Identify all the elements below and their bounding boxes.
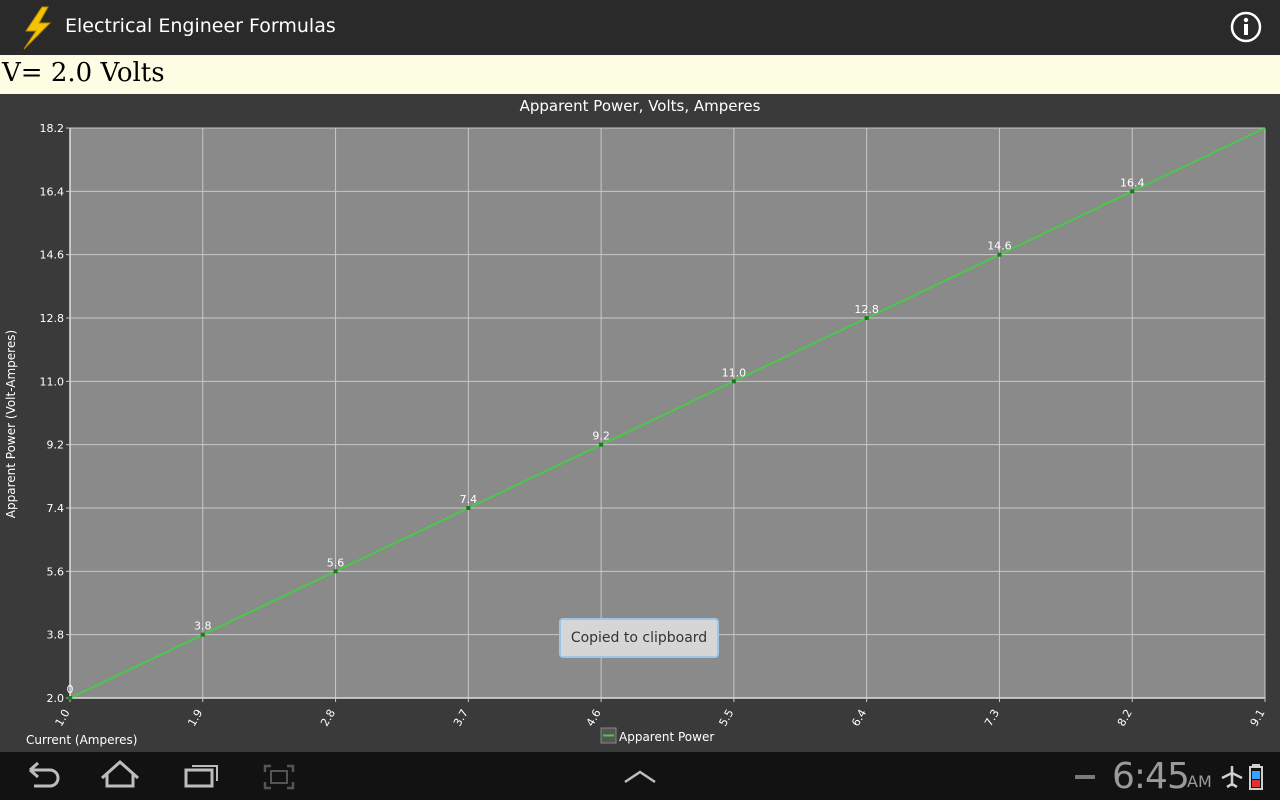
- voltage-bar: V= 2.0 Volts: [0, 55, 1280, 96]
- data-label: 0: [67, 683, 74, 696]
- y-tick-label: 16.4: [40, 185, 65, 198]
- info-icon[interactable]: [1230, 11, 1262, 43]
- lightning-bolt-icon: [23, 6, 52, 50]
- y-tick-label: 3.8: [47, 629, 65, 642]
- data-label: 14.6: [987, 240, 1012, 253]
- clock-ampm: AM: [1187, 772, 1212, 791]
- home-icon[interactable]: [98, 752, 142, 800]
- legend-label: Apparent Power: [619, 730, 714, 744]
- data-label: 12.8: [854, 303, 879, 316]
- data-point: [997, 252, 1002, 257]
- y-tick-label: 7.4: [47, 502, 65, 515]
- back-icon[interactable]: [20, 752, 64, 800]
- system-nav-bar: 6:45 AM: [0, 752, 1280, 800]
- y-tick-label: 11.0: [40, 375, 65, 388]
- chart-title: Apparent Power, Volts, Amperes: [520, 97, 761, 115]
- airplane-icon: [1221, 766, 1243, 789]
- action-bar: Electrical Engineer Formulas: [0, 0, 1280, 56]
- y-tick-label: 2.0: [47, 692, 65, 705]
- chevron-up-icon[interactable]: [622, 752, 658, 800]
- data-point: [466, 506, 471, 510]
- recent-apps-icon[interactable]: [182, 752, 222, 800]
- data-label: 11.0: [722, 366, 747, 379]
- battery-icon: [1249, 764, 1263, 790]
- data-point: [599, 442, 604, 447]
- x-axis-label: Current (Amperes): [26, 733, 137, 747]
- y-tick-label: 9.2: [47, 439, 65, 452]
- data-point: [333, 569, 338, 574]
- y-tick-label: 14.6: [40, 249, 65, 262]
- app-title: Electrical Engineer Formulas: [65, 15, 336, 37]
- data-point: [68, 696, 72, 700]
- data-label: 3.8: [194, 620, 212, 633]
- toast-message: Copied to clipboard: [559, 618, 719, 658]
- screenshot-icon[interactable]: [262, 752, 296, 800]
- data-label: 7.4: [460, 493, 478, 506]
- data-point: [200, 632, 205, 637]
- data-label: 5.6: [327, 556, 345, 569]
- y-tick-label: 5.6: [47, 565, 65, 578]
- data-point: [731, 379, 736, 384]
- y-tick-label: 12.8: [40, 312, 65, 325]
- y-tick-label: 18.2: [40, 122, 65, 135]
- data-point: [1130, 189, 1135, 194]
- data-label: 9.2: [592, 430, 610, 443]
- voltage-readout: V= 2.0 Volts: [2, 58, 165, 88]
- y-axis-label: Apparent Power (Volt-Amperes): [4, 330, 18, 518]
- data-label: 16.4: [1120, 176, 1145, 189]
- clock-time[interactable]: 6:45: [1112, 756, 1190, 797]
- notification-dash-icon: [1075, 775, 1095, 779]
- data-point: [864, 316, 869, 320]
